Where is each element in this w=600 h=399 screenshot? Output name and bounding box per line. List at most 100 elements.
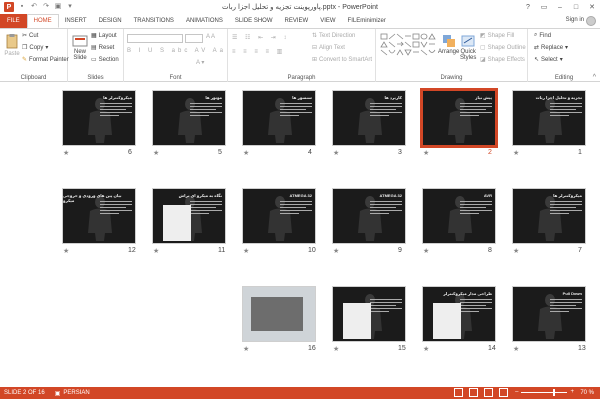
star-icon[interactable]: ★ [153, 149, 159, 157]
language-indicator[interactable]: ▣ PERSIAN [55, 390, 90, 397]
reading-view-icon[interactable] [484, 388, 493, 397]
font-name-box[interactable] [127, 34, 183, 43]
tab-insert[interactable]: INSERT [59, 14, 93, 28]
tab-view[interactable]: VIEW [314, 14, 341, 28]
slide-thumbnail[interactable]: موتور ها [152, 90, 226, 146]
minimize-icon[interactable]: – [552, 0, 568, 14]
slide-thumbnail[interactable]: تجزیه و تحلیل اجزا ربات [512, 90, 586, 146]
zoom-track[interactable] [521, 388, 568, 396]
text-direction-button[interactable]: ⇅ Text Direction [312, 32, 355, 40]
shape-fill-button[interactable]: ◩ Shape Fill [480, 32, 514, 40]
star-icon[interactable]: ★ [513, 345, 519, 353]
font-size-box[interactable] [185, 34, 203, 43]
slide-show-view-icon[interactable] [499, 388, 508, 397]
quick-styles-button[interactable]: Quick Styles [460, 33, 476, 61]
convert-smartart-label: Convert to SmartArt [319, 56, 373, 63]
slide-thumbnail[interactable]: نگاه به میکرو ای تراش [152, 188, 226, 244]
star-icon[interactable]: ★ [243, 345, 249, 353]
star-icon[interactable]: ★ [333, 247, 339, 255]
shapes-gallery[interactable] [380, 33, 436, 65]
reset-button[interactable]: ▤ Reset [91, 44, 114, 52]
star-icon[interactable]: ★ [63, 149, 69, 157]
slide-thumbnail[interactable]: ATMEGA 32 [242, 188, 316, 244]
tab-home[interactable]: HOME [26, 14, 59, 28]
undo-icon[interactable]: ↶ [30, 3, 38, 11]
slide-thumbnail[interactable]: ATMEGA 32 [332, 188, 406, 244]
slide-text-lines [280, 103, 312, 118]
slide-thumbnail[interactable]: سنسور ها [242, 90, 316, 146]
star-icon[interactable]: ★ [153, 247, 159, 255]
align-text-button[interactable]: ⊟ Align Text [312, 44, 345, 52]
section-button[interactable]: ▭ Section [91, 56, 119, 64]
tab-animations[interactable]: ANIMATIONS [180, 14, 229, 28]
tab-slide-show[interactable]: SLIDE SHOW [229, 14, 279, 28]
slide-text-lines [460, 201, 492, 216]
slide-thumbnail[interactable]: میکروکنترلر ها [512, 188, 586, 244]
format-painter-button[interactable]: ✎ Format Painter [22, 56, 69, 64]
star-icon[interactable]: ★ [333, 345, 339, 353]
slide-counter[interactable]: SLIDE 2 OF 16 [0, 390, 45, 396]
zoom-slider[interactable]: – + [515, 388, 574, 396]
star-icon[interactable]: ★ [423, 149, 429, 157]
cut-button[interactable]: ✂ Cut [22, 32, 38, 40]
star-icon[interactable]: ★ [513, 247, 519, 255]
font-style-buttons[interactable]: B I U S abc AV Aa [127, 48, 226, 54]
select-button[interactable]: ↖ Select ▾ [534, 56, 563, 64]
tab-transitions[interactable]: TRANSITIONS [128, 14, 180, 28]
list-buttons[interactable]: ☰ ☷ ⇤ ⇥ ↕ [232, 34, 289, 41]
close-icon[interactable]: ✕ [584, 0, 600, 14]
tab-design[interactable]: DESIGN [93, 14, 128, 28]
layout-button[interactable]: ▦ Layout [91, 32, 117, 40]
zoom-out-icon[interactable]: – [515, 389, 518, 395]
customize-qat-icon[interactable]: ▾ [66, 3, 74, 11]
font-color-button[interactable]: A ▾ [196, 59, 204, 66]
star-icon[interactable]: ★ [423, 247, 429, 255]
star-icon[interactable]: ★ [63, 247, 69, 255]
slide-thumbnail[interactable]: کاربرد ها [332, 90, 406, 146]
copy-button[interactable]: ❐ Copy ▾ [22, 44, 48, 52]
slide-thumbnail[interactable]: AVR [422, 188, 496, 244]
star-icon[interactable]: ★ [513, 149, 519, 157]
zoom-in-icon[interactable]: + [570, 389, 574, 395]
star-icon[interactable]: ★ [243, 149, 249, 157]
tab-file[interactable]: FILE [0, 14, 27, 28]
shape-outline-button[interactable]: ▢ Shape Outline [480, 44, 526, 52]
star-icon[interactable]: ★ [333, 149, 339, 157]
collapse-ribbon-icon[interactable]: ^ [593, 74, 596, 81]
save-icon[interactable]: ▪ [18, 3, 26, 11]
new-slide-button[interactable]: New Slide [72, 33, 88, 61]
redo-icon[interactable]: ↷ [42, 3, 50, 11]
slide-thumbnail[interactable]: طراحی مدار میکروکنترلر [422, 286, 496, 342]
star-icon[interactable]: ★ [243, 247, 249, 255]
slide-thumbnail[interactable]: بیان پین های ورودی و خروجی میکرو [62, 188, 136, 244]
tab-review[interactable]: REVIEW [279, 14, 315, 28]
help-icon[interactable]: ? [520, 0, 536, 14]
sign-in-link[interactable]: Sign in [566, 17, 584, 23]
alignment-buttons[interactable]: ≡ ≡ ≡ ≡ ▥ [232, 48, 285, 55]
tab-fileminimizer[interactable]: FILEminimizer [342, 14, 392, 28]
star-icon[interactable]: ★ [423, 345, 429, 353]
slide-thumbnail[interactable] [242, 286, 316, 342]
shape-effects-button[interactable]: ◪ Shape Effects [480, 56, 525, 64]
zoom-thumb[interactable] [552, 388, 555, 396]
convert-smartart-button[interactable]: ⊞ Convert to SmartArt [312, 56, 373, 64]
slide-thumbnail[interactable]: Pull Down [512, 286, 586, 342]
slide-sorter-view-icon[interactable] [469, 388, 478, 397]
ribbon-display-options-icon[interactable]: ▭ [536, 0, 552, 14]
copy-label: Copy [29, 44, 44, 51]
maximize-icon[interactable]: □ [568, 0, 584, 14]
start-slideshow-icon[interactable]: ▣ [54, 3, 62, 11]
find-button[interactable]: ⌕ Find [534, 32, 551, 39]
font-size-grow-shrink[interactable]: A A [206, 34, 215, 40]
slide-thumbnail[interactable] [332, 286, 406, 342]
replace-button[interactable]: ⇄ Replace ▾ [534, 44, 568, 52]
powerpoint-logo-icon[interactable]: P [4, 2, 14, 12]
slide-thumbnail[interactable]: میکروکنترلر ها [62, 90, 136, 146]
zoom-percent[interactable]: 70 % [580, 390, 594, 396]
normal-view-icon[interactable] [454, 388, 463, 397]
avatar[interactable] [586, 16, 596, 26]
slide-thumbnail[interactable]: پیش نیاز [420, 88, 498, 148]
paste-button[interactable]: Paste [4, 33, 20, 57]
slide-text-lines [550, 103, 582, 118]
arrange-button[interactable]: Arrange [438, 33, 459, 55]
